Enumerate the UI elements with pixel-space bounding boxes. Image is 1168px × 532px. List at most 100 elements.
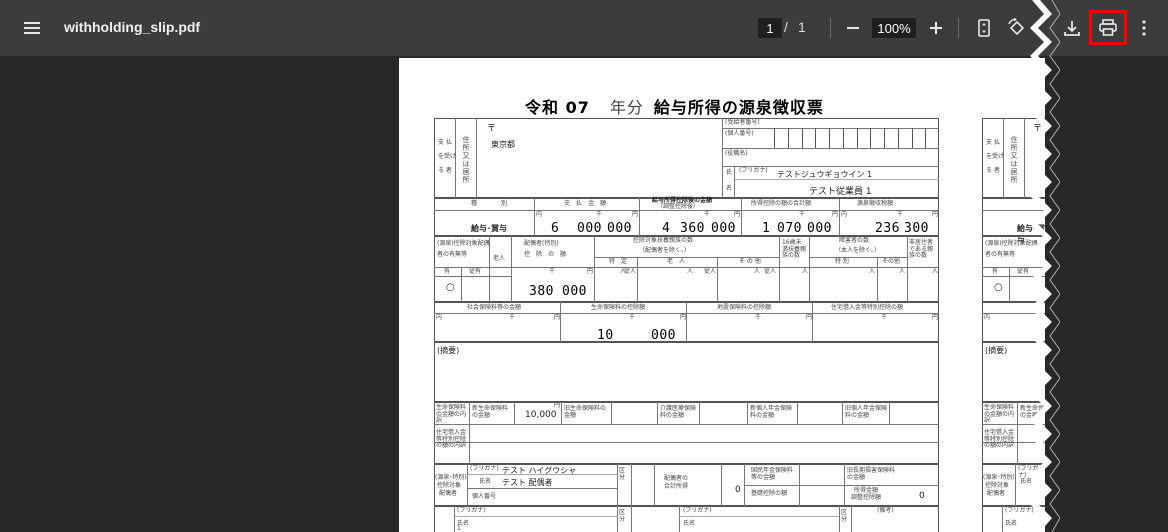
menu-icon[interactable] xyxy=(18,16,46,40)
zoom-out-button[interactable] xyxy=(842,16,864,40)
unit-label: 従人 xyxy=(704,268,717,275)
after-deduction-amount: 4 xyxy=(662,221,671,236)
fit-page-icon[interactable] xyxy=(973,15,995,41)
social-insurance-header: 社会保険料等の金額 xyxy=(467,304,522,311)
remarks-box xyxy=(434,342,939,402)
spouse-name-label: 氏名 xyxy=(479,478,492,485)
spouse-sub-label: 従有 xyxy=(469,268,482,275)
life-detail-label: 生命保険料の金額の内訳 xyxy=(436,404,467,425)
spouse-present-mark: ○ xyxy=(446,282,455,293)
pdf-page: 令和 07 年分 給与所得の源泉徴収票 支 払 を受け る 者 住所又は居所 〒 東… xyxy=(399,58,1039,532)
recipient-label: を受け xyxy=(986,153,1005,160)
col-type-header: 種 別 xyxy=(471,200,508,207)
spouse-block-label: 配偶者 xyxy=(987,490,1006,497)
payment-amount: 000 xyxy=(607,221,632,236)
unit-label: 千 xyxy=(755,314,762,321)
life-insurance-header: 生命保険料の控除額 xyxy=(591,304,646,311)
address-label: 住所又は居所 xyxy=(1010,136,1018,184)
col-withholding-header: 源泉徴収税額 xyxy=(857,200,894,207)
dependents-header: 控除対象扶養親族の数 xyxy=(633,237,694,244)
name-label: 氏 xyxy=(726,169,733,176)
unit-label: 千 xyxy=(704,211,711,218)
total-deduction-amount: 070 xyxy=(777,221,802,236)
era-year: 令和 07 xyxy=(525,98,590,117)
unit-label: 千 xyxy=(629,314,636,321)
housing-detail-label: 住宅借入金等特別控除の額の内訳 xyxy=(436,429,467,450)
unit-label: 内 xyxy=(536,211,543,218)
unit-label: 千 xyxy=(881,314,888,321)
unit-label: 円 xyxy=(832,211,839,218)
nonresident-label: 非居住者である親族の数 xyxy=(909,239,934,260)
recipient-label: 支 払 xyxy=(986,139,1000,146)
housing-loan-header: 住宅借入金等特別控除の額 xyxy=(831,304,904,311)
spouse-has-label: 有 xyxy=(444,268,451,275)
spouse-block-label: 控除対象 xyxy=(985,482,1010,489)
basic-deduction-label: 基礎控除の額 xyxy=(751,490,788,497)
unit-label: 千 xyxy=(897,211,904,218)
total-deduction-amount: 1 xyxy=(762,221,771,236)
zoom-in-button[interactable] xyxy=(925,16,947,40)
recipient-label: を受け xyxy=(438,153,457,160)
after-deduction-amount: 360 xyxy=(680,221,705,236)
col-after-deduction-sub: （調整控除後） xyxy=(657,203,700,210)
rotate-icon[interactable] xyxy=(1005,15,1029,41)
pdf-toolbar: withholding_slip.pdf 1 / 1 100% xyxy=(0,0,1168,56)
individual-number-boxes xyxy=(774,128,939,148)
name-label: 名 xyxy=(726,185,733,192)
unit-label: 円 xyxy=(554,402,561,409)
unit-label: 円 xyxy=(587,268,594,275)
income-adjust-label: 調整控除額 xyxy=(851,494,882,501)
torn-edge-decoration xyxy=(1030,0,1060,532)
unit-label: 人 xyxy=(869,268,876,275)
remarks-label: (摘要) xyxy=(437,346,460,355)
download-icon[interactable] xyxy=(1060,15,1084,41)
dependents-header: （配偶者を除く。） xyxy=(639,247,691,254)
spouse-sub-label: 従有 xyxy=(1017,268,1030,275)
print-button[interactable] xyxy=(1089,10,1127,45)
form-title: 給与所得の源泉徴収票 xyxy=(653,98,824,117)
new-life-insurance-amount: 10,000 xyxy=(525,410,557,420)
spouse-block-label: 配偶者 xyxy=(439,490,458,497)
toolbar-divider xyxy=(830,18,831,38)
furigana-label: (フリガナ) xyxy=(739,167,768,174)
unit-label: 円 xyxy=(680,314,687,321)
spouse-name-furigana: テスト ハイグウシャ xyxy=(502,466,577,475)
unit-label: 千 xyxy=(509,314,516,321)
document-title: withholding_slip.pdf xyxy=(64,19,201,35)
toolbar-divider xyxy=(958,18,959,38)
spouse-deduction-amount: 000 xyxy=(562,284,587,299)
spouse-header: (源泉)控除対象配偶 xyxy=(437,240,490,247)
col-total-deduction-header: 所得控除の額の合計額 xyxy=(751,200,812,207)
form-title-row: 令和 07 年分 給与所得の源泉徴収票 xyxy=(525,94,824,118)
zoom-level-input[interactable]: 100% xyxy=(872,18,916,38)
kubun-label: 区分 xyxy=(619,509,626,523)
dep-elderly-label: 老 人 xyxy=(667,258,686,265)
elderly-label: 老人 xyxy=(493,255,506,262)
spouse-block-label: (源泉･特別) xyxy=(983,474,1015,481)
spouse-header: 者の有無等 xyxy=(437,251,468,258)
spouse-deduction-header: 控 除 の 額 xyxy=(524,251,567,258)
disabled-header: （本人を除く。） xyxy=(835,247,881,254)
more-options-icon[interactable] xyxy=(1134,15,1154,41)
spouse-present-mark: ○ xyxy=(994,282,1003,293)
national-pension-label: 国民年金保険料等の金額 xyxy=(751,467,794,481)
old-life-insurance-label: 旧生命保険料の金額 xyxy=(564,405,607,419)
unit-label: 千 xyxy=(549,268,556,275)
old-long-term-label: 旧長期損害保険料の金額 xyxy=(847,467,896,481)
disabled-other-label: その他 xyxy=(882,258,901,265)
printer-icon xyxy=(1099,19,1117,36)
current-page-input[interactable]: 1 xyxy=(758,18,782,38)
recipient-label: 支 払 xyxy=(438,139,452,146)
address-value: 東京都 xyxy=(491,140,515,149)
row-number: 1 xyxy=(457,525,461,532)
postal-mark: 〒 xyxy=(487,124,497,134)
payment-amount: 6 xyxy=(551,221,560,236)
payment-amount: 000 xyxy=(577,221,602,236)
disabled-header: 障害者の数 xyxy=(839,237,870,244)
dependent-name-label: 氏名 xyxy=(683,520,696,527)
unit-label: 円 xyxy=(932,211,939,218)
unit-label: 内 xyxy=(841,211,848,218)
earthquake-insurance-header: 地震保険料の控除額 xyxy=(717,304,772,311)
unit-label: 人 xyxy=(899,268,906,275)
spouse-deduction-amount: 380 xyxy=(529,284,554,299)
